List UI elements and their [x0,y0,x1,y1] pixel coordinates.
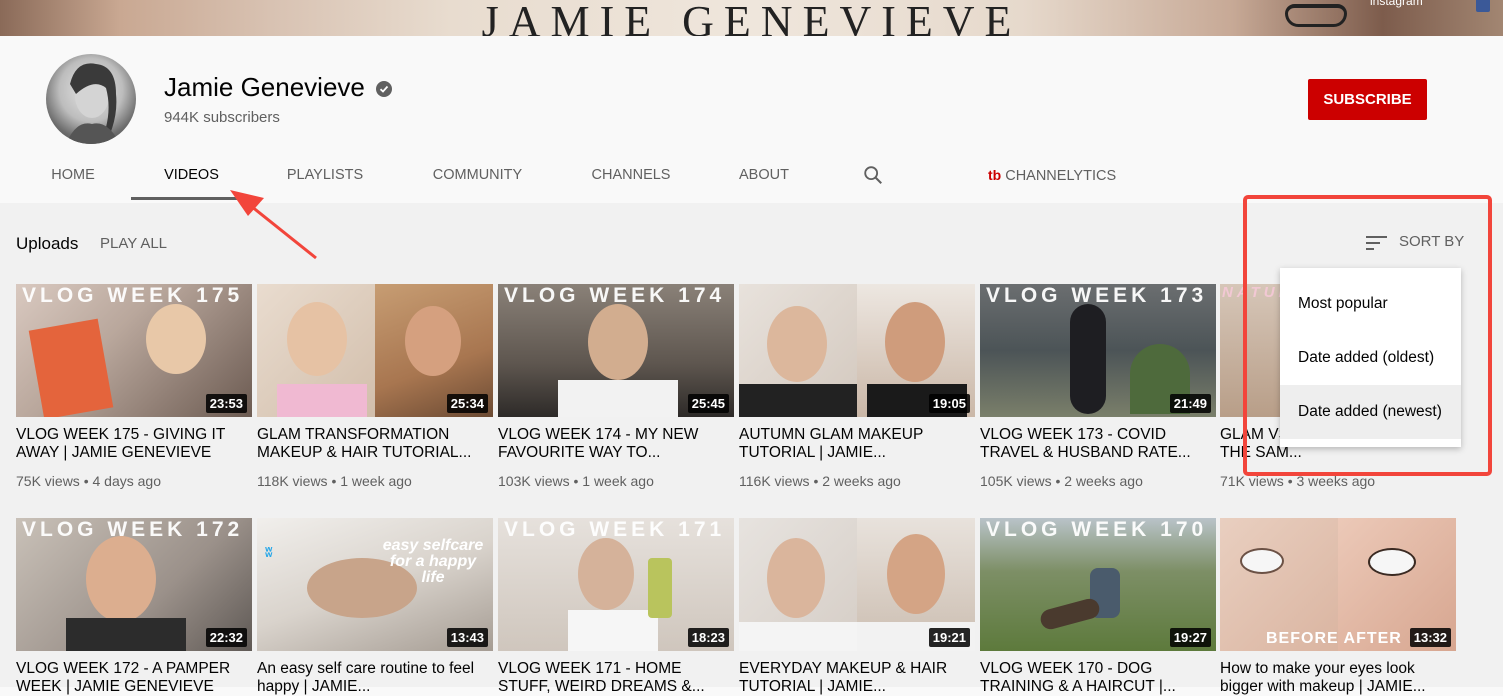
uploads-heading[interactable]: Uploads [16,234,78,254]
video-thumbnail[interactable]: 19:05 [739,284,975,417]
face-image [287,302,347,376]
tab-videos[interactable]: VIDEOS [131,158,252,203]
search-icon[interactable] [862,164,884,186]
tab-channels[interactable]: CHANNELS [578,158,684,203]
channel-tabs: HOME VIDEOS PLAYLISTS COMMUNITY CHANNELS… [0,158,1503,203]
video-title[interactable]: VLOG WEEK 170 - DOG TRAINING & A HAIRCUT… [980,660,1214,696]
tab-home[interactable]: HOME [36,158,110,203]
video-title[interactable]: VLOG WEEK 173 - COVID TRAVEL & HUSBAND R… [980,426,1214,462]
thumbnail-text: VLOG WEEK 175 [22,284,244,307]
video-title[interactable]: AUTUMN GLAM MAKEUP TUTORIAL | JAMIE... [739,426,973,462]
video-meta: 105K views • 2 weeks ago [980,473,1143,489]
video-duration: 13:32 [1409,628,1451,647]
subscriber-count: 944K subscribers [164,109,280,126]
video-duration: 19:27 [1169,628,1211,647]
video-thumbnail[interactable]: VLOG WEEK 174 25:45 [498,284,734,417]
banner-title: JAMIE GENEVIEVE [481,0,1022,36]
video-duration: 22:32 [205,628,247,647]
banner-instagram-text: instagram [1370,0,1423,8]
video-meta: 75K views • 4 days ago [16,473,161,489]
sort-menu: Most popular Date added (oldest) Date ad… [1280,268,1461,447]
gift-box-image [28,318,114,417]
subscribe-button[interactable]: SUBSCRIBE [1308,79,1427,120]
video-duration: 13:43 [446,628,488,647]
video-thumbnail[interactable]: VLOG WEEK 170 19:27 [980,518,1216,651]
tab-community[interactable]: COMMUNITY [420,158,535,203]
tab-about[interactable]: ABOUT [726,158,802,203]
sort-option-oldest[interactable]: Date added (oldest) [1280,331,1461,385]
video-thumbnail[interactable]: BEFORE AFTER 13:32 [1220,518,1456,651]
verified-icon [376,81,392,97]
thumbnail-text: VLOG WEEK 173 [986,284,1208,307]
sunglasses-image [1285,4,1347,27]
avatar-portrait-icon [66,63,120,144]
sort-option-newest[interactable]: Date added (newest) [1280,385,1461,439]
video-duration: 23:53 [205,394,247,413]
channelytics-logo-icon: tb [988,167,1002,183]
face-image [588,304,648,380]
sort-by-label: SORT BY [1399,233,1465,250]
face-image [86,536,156,622]
play-all-button[interactable]: PLAY ALL [100,235,167,252]
video-thumbnail[interactable]: 25:34 [257,284,493,417]
channelytics-link[interactable]: tb CHANNELYTICS [988,158,1116,193]
video-thumbnail[interactable]: easy selfcare for a happy life ʬ 13:43 [257,518,493,651]
thumbnail-text: easy selfcare for a happy life [382,537,484,586]
video-title[interactable]: EVERYDAY MAKEUP & HAIR TUTORIAL | JAMIE.… [739,660,973,696]
video-thumbnail[interactable]: VLOG WEEK 171 18:23 [498,518,734,651]
video-title[interactable]: VLOG WEEK 175 - GIVING IT AWAY | JAMIE G… [16,426,250,462]
channel-name[interactable]: Jamie Genevieve [164,72,365,103]
top-image [66,618,186,651]
face-image [578,538,634,610]
channel-avatar[interactable] [46,54,136,144]
eye-image [1240,548,1284,574]
video-duration: 25:34 [446,394,488,413]
video-title[interactable]: GLAM TRANSFORMATION MAKEUP & HAIR TUTORI… [257,426,491,462]
video-duration: 19:21 [928,628,970,647]
tie-dye-top-image [277,384,367,417]
video-meta: 71K views • 3 weeks ago [1220,473,1376,489]
sort-icon [1366,236,1387,250]
thumbnail-text: VLOG WEEK 170 [986,518,1208,541]
video-title[interactable]: An easy self care routine to feel happy … [257,660,491,696]
hoodie-image [558,380,678,417]
video-title[interactable]: VLOG WEEK 174 - MY NEW FAVOURITE WAY TO.… [498,426,732,462]
video-duration: 18:23 [687,628,729,647]
video-title[interactable]: VLOG WEEK 171 - HOME STUFF, WEIRD DREAMS… [498,660,732,696]
thumbnail-text: VLOG WEEK 172 [22,518,244,541]
top-image [739,622,857,651]
top-image [739,384,857,417]
video-thumbnail[interactable]: 19:21 [739,518,975,651]
video-title[interactable]: How to make your eyes look bigger with m… [1220,660,1454,696]
video-thumbnail[interactable]: VLOG WEEK 172 22:32 [16,518,252,651]
channelytics-label: CHANNELYTICS [1005,168,1117,184]
diffuser-image [648,558,672,618]
video-duration: 21:49 [1169,394,1211,413]
video-meta: 118K views • 1 week ago [257,473,412,489]
face-image [767,538,825,618]
video-meta: 116K views • 2 weeks ago [739,473,901,489]
face-image [146,304,206,374]
tab-playlists[interactable]: PLAYLISTS [270,158,380,203]
face-image [767,306,827,382]
dog-image [1038,596,1102,632]
video-thumbnail[interactable]: VLOG WEEK 173 21:49 [980,284,1216,417]
sticker-icon: ʬ [265,544,273,560]
thumbnail-text: VLOG WEEK 171 [504,518,726,541]
video-duration: 25:45 [687,394,729,413]
channel-header: Jamie Genevieve 944K subscribers SUBSCRI… [0,36,1503,203]
thumbnail-text: BEFORE AFTER [1266,630,1402,647]
facebook-icon [1476,0,1490,12]
video-title[interactable]: VLOG WEEK 172 - A PAMPER WEEK | JAMIE GE… [16,660,250,696]
thumbnail-text: VLOG WEEK 174 [504,284,726,307]
video-meta: 103K views • 1 week ago [498,473,654,489]
top-image [568,610,658,651]
channel-banner: JAMIE GENEVIEVE instagram [0,0,1503,36]
video-thumbnail[interactable]: VLOG WEEK 175 23:53 [16,284,252,417]
video-duration: 19:05 [928,394,970,413]
sort-option-most-popular[interactable]: Most popular [1280,277,1461,331]
person-image [1070,304,1106,414]
